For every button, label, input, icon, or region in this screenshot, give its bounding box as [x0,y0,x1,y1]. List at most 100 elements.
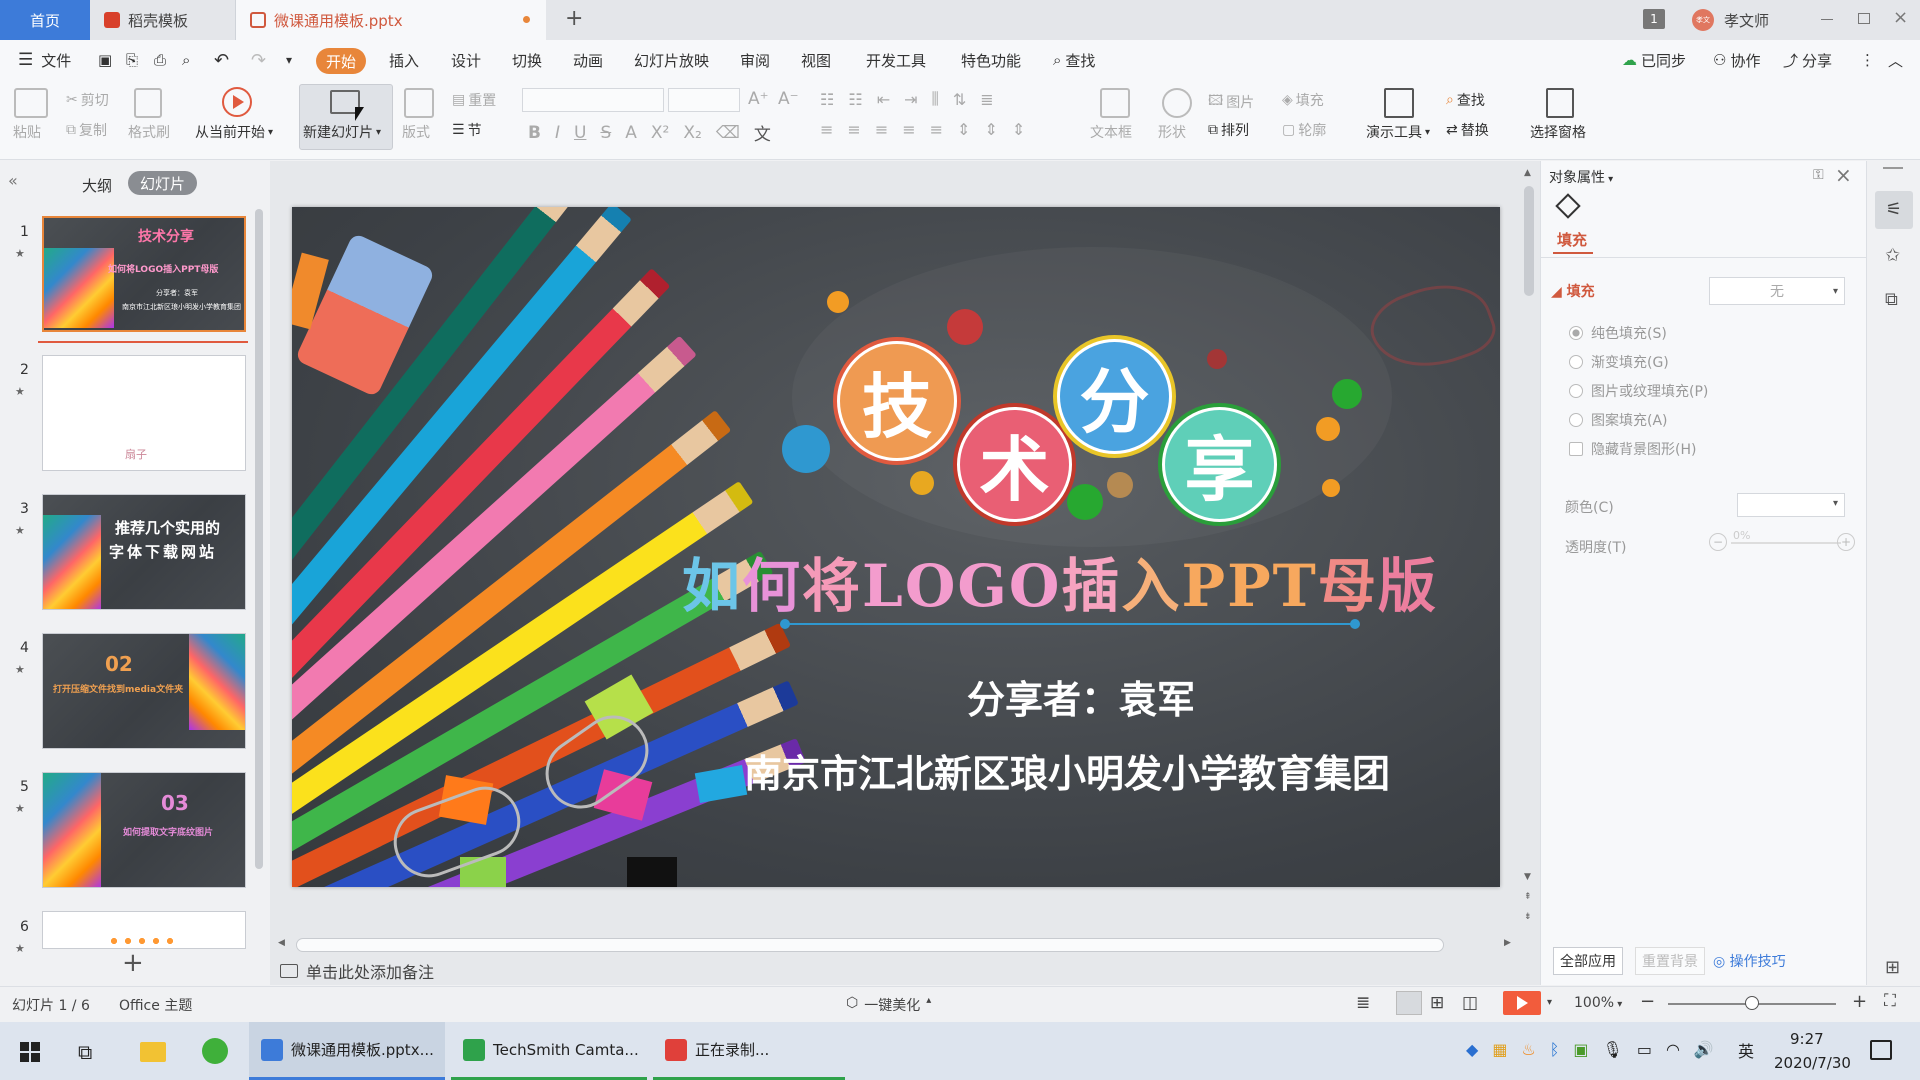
theme-name[interactable]: Office 主题 [119,995,192,1015]
paste-label[interactable]: 粘贴 [13,122,41,142]
undo-icon[interactable]: ↶ [214,40,229,80]
new-slide-button[interactable]: 新建幻灯片 ▾ [303,122,381,142]
color-select[interactable]: ▾ [1737,493,1845,517]
subscript-icon[interactable]: X₂ [683,123,701,143]
radio-pattern-fill[interactable]: 图案填充(A) [1569,410,1668,430]
play-from-current-button[interactable]: 从当前开始 ▾ [195,122,273,142]
wifi-icon[interactable]: ◠ [1666,1040,1680,1059]
lock-icon[interactable]: ⚿ [1813,167,1824,183]
menu-animation[interactable]: 动画 [573,40,603,80]
layout-label[interactable]: 版式 [402,122,430,142]
shrink-font-icon[interactable]: A⁻ [778,89,799,109]
strike-icon[interactable]: S [600,123,611,143]
sidebar-animation-icon[interactable]: ✩ [1885,245,1900,266]
slide-canvas[interactable]: 技 术 分 享 如何将LOGO插入PPT母版 分享者：袁军 南京市江北新区琅小明… [292,207,1500,887]
spacing-after-icon[interactable]: ⇕ [984,120,997,139]
notes-toggle-icon[interactable]: ≣ [1356,993,1370,1013]
font-size-select[interactable] [668,88,740,112]
columns-icon[interactable]: ⫼ [932,89,939,109]
align-right-icon[interactable]: ≡ [875,120,888,139]
clock-time[interactable]: 9:27 [1790,1030,1824,1048]
slide-thumbnail-3[interactable]: 推荐几个实用的 字体下载网站 [42,494,246,610]
copy-button[interactable]: ⧉ 复制 [66,120,107,140]
microphone-icon[interactable]: 🎙 [1603,1040,1623,1059]
format-painter-icon[interactable] [134,88,162,118]
outdent-icon[interactable]: ⇤ [877,90,890,109]
user-name[interactable]: 孝文师 [1724,10,1769,31]
sidebar-grid-icon[interactable]: ⊞ [1885,957,1900,978]
quick-access-dropdown-icon[interactable]: ▾ [286,40,292,80]
prev-slide-icon[interactable]: ⇞ [1524,892,1532,902]
reset-background-button[interactable]: 重置背景 [1635,947,1705,975]
tab-slides[interactable]: 幻灯片 [128,171,198,195]
find-button[interactable]: ⌕ 查找 [1446,90,1485,110]
format-painter-label[interactable]: 格式刷 [128,122,170,142]
fill-button[interactable]: ◈ 填充 [1282,90,1324,110]
textbox-label[interactable]: 文本框 [1090,122,1132,142]
section-button[interactable]: ☰ 节 [452,120,482,140]
share-button[interactable]: ⤴ 分享 [1783,40,1832,80]
align-text-icon[interactable]: ⇕ [1012,120,1025,139]
select-pane-icon[interactable] [1546,88,1574,118]
keyboard-icon[interactable]: ▦ [1492,1040,1507,1059]
distribute-icon[interactable]: ≡ [930,120,943,139]
notification-icon[interactable] [1870,1040,1892,1060]
align-left-icon[interactable]: ≡ [820,120,833,139]
slide-sorter-icon[interactable]: ⊞ [1430,993,1444,1013]
flame-icon[interactable]: ♨ [1521,1040,1535,1059]
tray-icons[interactable]: ◆ ▦ ♨ ᛒ ▣ 🎙 ▭ ◠ 🔊 [1466,1040,1714,1059]
picture-button[interactable]: 🖾 图片 [1208,90,1254,114]
text-direction-icon[interactable]: ⇅ [953,90,966,109]
pane-title[interactable]: 对象属性 ▾ [1549,167,1613,187]
file-menu[interactable]: ☰ 文件 [18,40,71,80]
hide-background-checkbox[interactable]: 隐藏背景图形(H) [1569,439,1696,459]
font-name-select[interactable] [522,88,664,112]
sidebar-comment-icon[interactable]: ⧉ [1885,289,1898,310]
new-tab-button[interactable]: + [565,6,583,31]
zoom-in-icon[interactable]: + [1852,991,1867,1012]
editor-hscroll-left-icon[interactable]: ◀ [278,938,285,948]
home-tab[interactable]: 首页 [0,0,90,40]
paste-icon[interactable] [14,88,48,118]
indent-icon[interactable]: ⇥ [904,90,917,109]
collapse-ribbon-icon[interactable]: ︿ [1888,40,1903,80]
sync-status[interactable]: ☁ 已同步 [1622,40,1686,80]
menu-transition[interactable]: 切换 [512,40,542,80]
fill-bucket-icon[interactable] [1555,193,1581,219]
export-icon[interactable]: ⎘ [126,40,138,80]
redo-icon[interactable]: ↷ [251,40,266,80]
radio-solid-fill[interactable]: 纯色填充(S) [1569,323,1667,343]
font-style-icons[interactable]: B I U S A X² X₂ ⌫ 文 [528,120,771,146]
menu-developer[interactable]: 开发工具 [866,40,926,80]
add-slide-button[interactable]: + [122,950,144,976]
apply-all-button[interactable]: 全部应用 [1553,947,1623,975]
superscript-icon[interactable]: X² [651,123,669,143]
save-icon[interactable]: ▣ [98,40,112,80]
tips-link[interactable]: ◎ 操作技巧 [1713,951,1786,971]
ime-indicator[interactable]: 英 [1738,1038,1754,1062]
restore-icon[interactable] [1858,13,1870,24]
menu-review[interactable]: 审阅 [740,40,770,80]
menu-special[interactable]: 特色功能 [961,40,1021,80]
tab-fill[interactable]: 填充 [1557,229,1587,250]
transparency-minus-icon[interactable]: − [1709,533,1727,551]
reset-button[interactable]: ▤ 重置 [452,90,496,110]
scroll-down-icon[interactable]: ▼ [1524,872,1531,882]
bold-icon[interactable]: B [528,123,541,143]
sidebar-properties-button[interactable]: ⚟ [1875,191,1913,229]
align-center-icon[interactable]: ≡ [847,120,860,139]
radio-picture-fill[interactable]: 图片或纹理填充(P) [1569,381,1708,401]
bullet-list-icon[interactable]: ☷ [820,90,834,109]
menu-home[interactable]: 开始 [316,48,367,74]
windows-start-icon[interactable] [20,1042,40,1062]
outline-button[interactable]: ▢ 轮廓 [1282,120,1326,140]
clock-date[interactable]: 2020/7/30 [1774,1054,1851,1072]
select-pane-label[interactable]: 选择窗格 [1530,122,1586,142]
layout-icon[interactable] [404,88,434,118]
italic-icon[interactable]: I [555,123,560,143]
close-icon[interactable]: × [1893,7,1908,28]
shape-label[interactable]: 形状 [1158,122,1186,142]
menu-insert[interactable]: 插入 [389,40,419,80]
collapse-pane-icon[interactable]: « [8,171,18,190]
fill-section-header[interactable]: ◢ 填充 [1551,281,1595,301]
